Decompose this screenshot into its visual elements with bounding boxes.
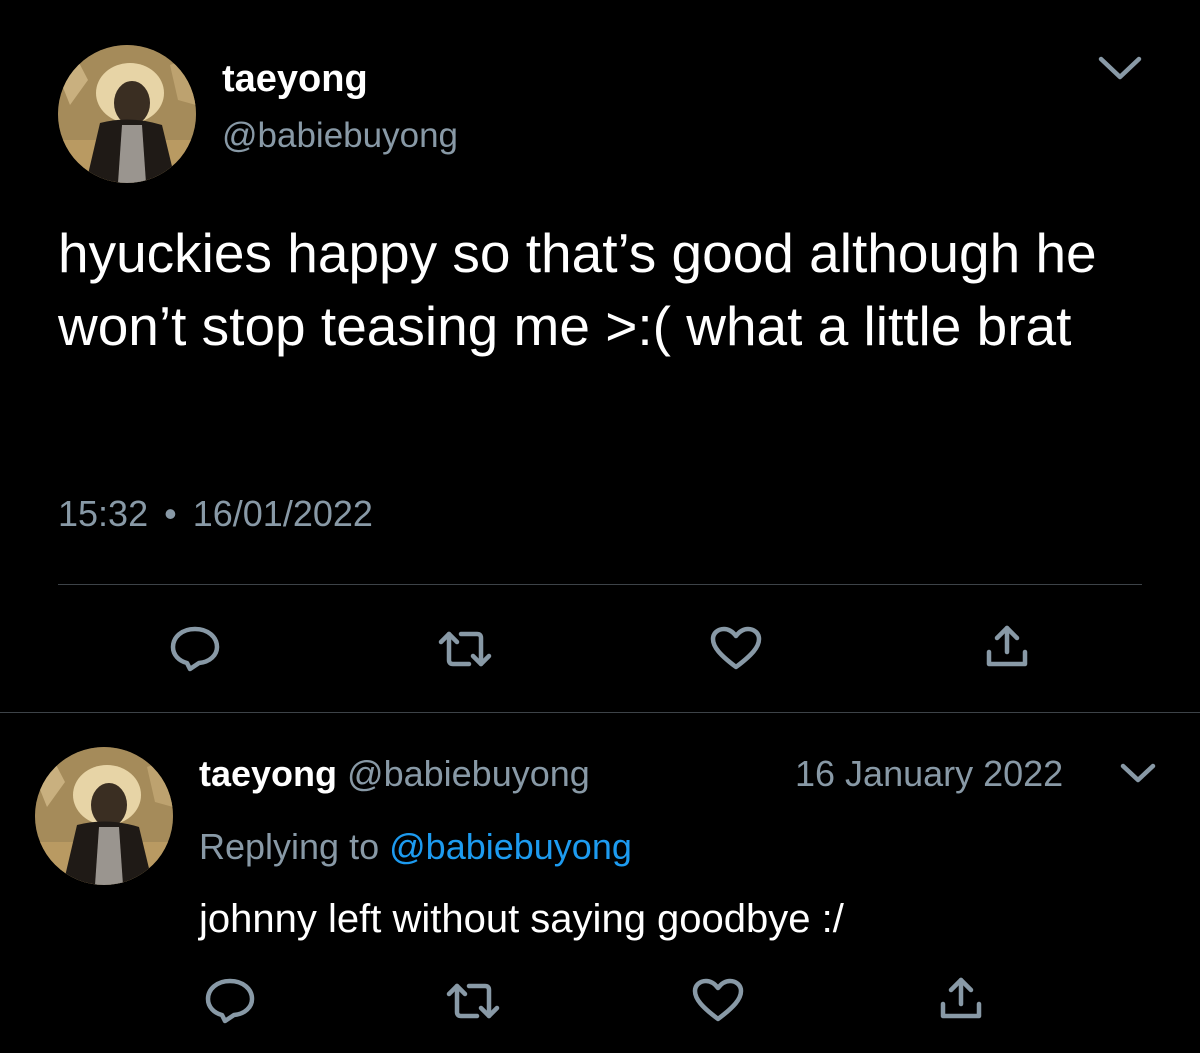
share-icon[interactable] — [936, 974, 986, 1024]
reply-icon[interactable] — [203, 976, 257, 1024]
avatar-image — [35, 747, 173, 885]
replying-to: Replying to @babiebuyong — [199, 826, 632, 868]
retweet-icon[interactable] — [443, 980, 503, 1022]
avatar-image — [58, 45, 196, 183]
tweet-text: hyuckies happy so that’s good although h… — [58, 222, 1097, 357]
chevron-down-icon[interactable] — [1097, 53, 1143, 83]
user-handle[interactable]: @babiebuyong — [222, 116, 458, 156]
tweet-time: 15:32 — [58, 493, 149, 534]
reply-header: taeyong @babiebuyong — [199, 753, 590, 795]
retweet-icon[interactable] — [435, 628, 495, 670]
reply-display-name[interactable]: taeyong — [199, 753, 337, 794]
replying-mention-link[interactable]: @babiebuyong — [389, 826, 632, 867]
chevron-down-icon[interactable] — [1119, 761, 1157, 785]
display-name[interactable]: taeyong — [222, 58, 368, 101]
reply-icon[interactable] — [168, 624, 222, 672]
like-icon[interactable] — [690, 977, 746, 1025]
share-icon[interactable] — [982, 622, 1032, 672]
like-icon[interactable] — [708, 625, 764, 673]
reply-text: johnny left without saying goodbye :/ — [199, 897, 844, 941]
avatar[interactable] — [58, 45, 196, 183]
replying-label: Replying to — [199, 826, 380, 867]
tweet-timestamp[interactable]: 15:32 • 16/01/2022 — [58, 493, 373, 535]
meta-separator: • — [164, 493, 177, 534]
reply-user-handle[interactable]: @babiebuyong — [347, 753, 590, 794]
reply-date[interactable]: 16 January 2022 — [795, 753, 1063, 795]
divider — [58, 584, 1142, 585]
reply-avatar[interactable] — [35, 747, 173, 885]
tweet-separator — [0, 712, 1200, 713]
tweet-date: 16/01/2022 — [192, 493, 373, 534]
